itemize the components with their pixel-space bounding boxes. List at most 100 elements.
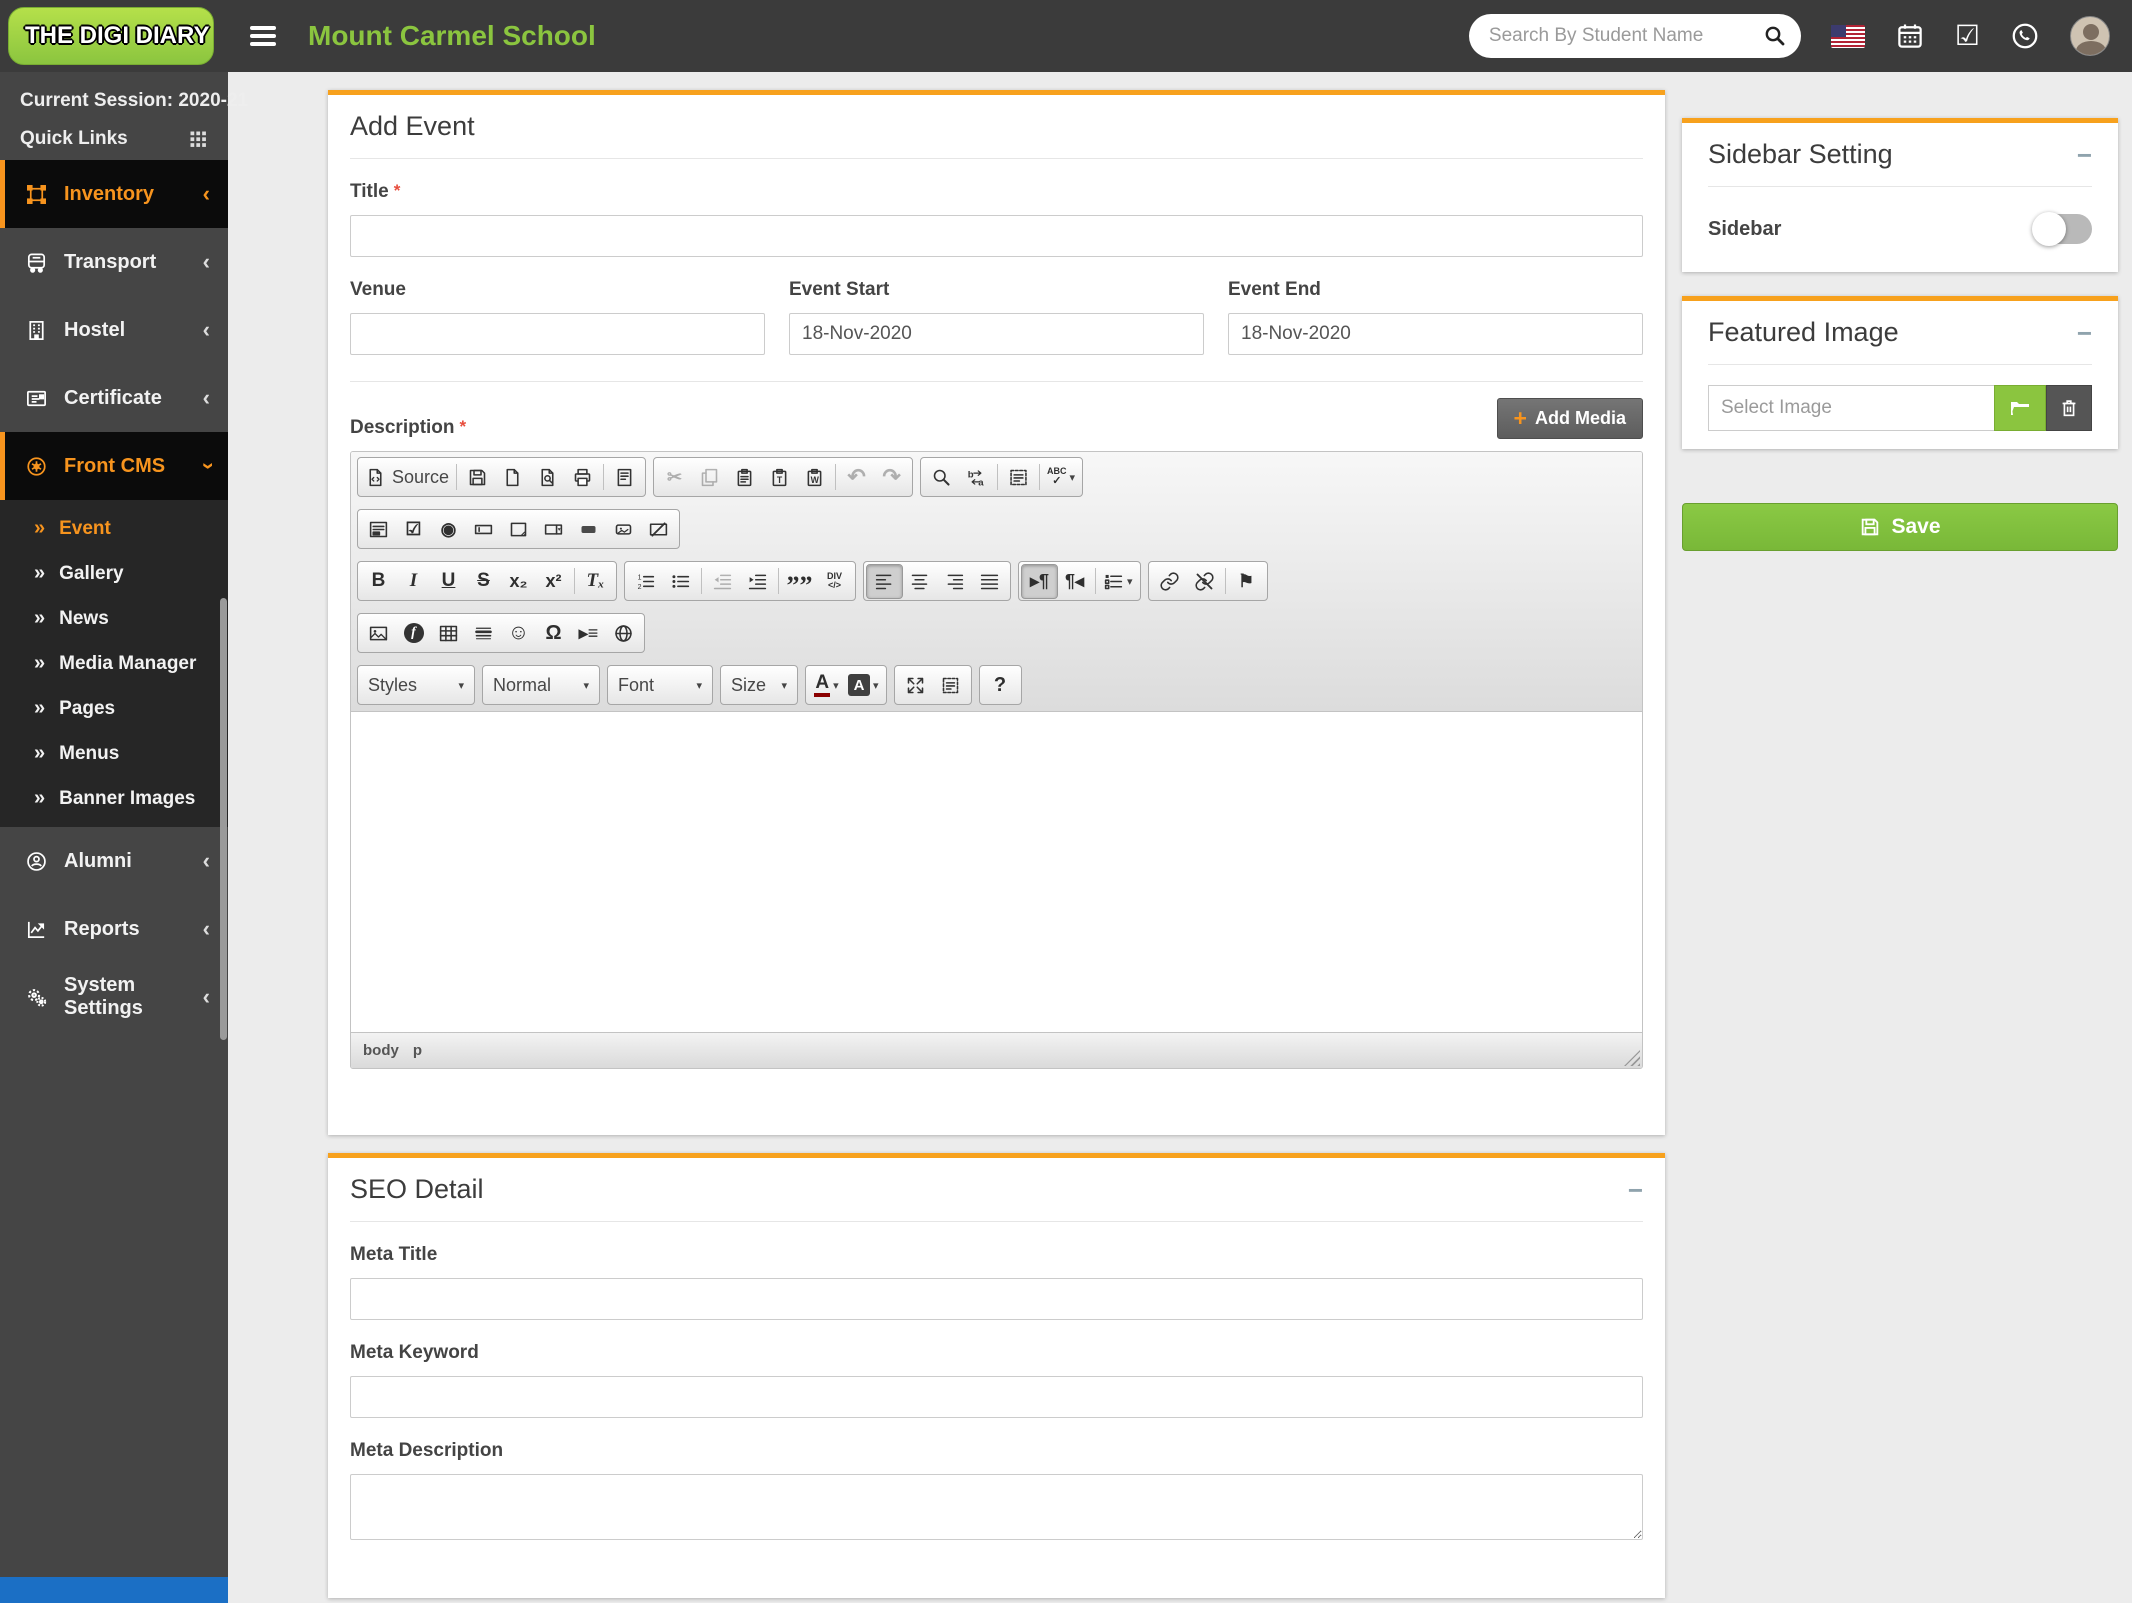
text-direction-rtl-button[interactable]: ¶◂ xyxy=(1057,565,1092,598)
font-size-dropdown[interactable]: Size ▾ xyxy=(720,665,798,705)
align-left-button[interactable] xyxy=(866,563,903,599)
redo-button[interactable]: ↷ xyxy=(874,461,909,494)
sidebar-item-inventory[interactable]: Inventory ‹ xyxy=(0,160,228,228)
paste-as-text-button[interactable]: T xyxy=(762,461,797,494)
underline-button[interactable]: U xyxy=(431,565,466,598)
sidebar-scrollbar[interactable] xyxy=(220,598,227,1040)
undo-button[interactable]: ↶ xyxy=(839,461,874,494)
text-direction-ltr-button[interactable]: ▸¶ xyxy=(1021,563,1058,599)
sidebar-subitem-pages[interactable]: » Pages xyxy=(0,686,228,731)
anchor-button[interactable]: ⚑ xyxy=(1229,565,1264,598)
source-button[interactable]: Source xyxy=(361,461,453,494)
grid-icon[interactable] xyxy=(188,129,208,149)
sidebar-subitem-event[interactable]: » Event xyxy=(0,506,228,551)
horizontal-rule-button[interactable] xyxy=(466,617,501,650)
templates-button[interactable] xyxy=(607,461,642,494)
spell-check-button[interactable]: ABC ✓ ▾ xyxy=(1043,461,1079,494)
checkbox-field-button[interactable]: ☑ xyxy=(396,513,431,546)
sidebar-item-hostel[interactable]: Hostel ‹ xyxy=(0,296,228,364)
sidebar-item-reports[interactable]: Reports ‹ xyxy=(0,895,228,963)
paste-button[interactable] xyxy=(727,461,762,494)
maximize-button[interactable] xyxy=(898,669,933,702)
search-input[interactable] xyxy=(1488,25,1763,47)
insert-table-button[interactable] xyxy=(431,617,466,650)
select-all-button[interactable] xyxy=(1001,461,1036,494)
sidebar-item-system-settings[interactable]: System Settings ‹ xyxy=(0,963,228,1031)
cut-button[interactable]: ✂ xyxy=(657,461,692,494)
insert-image-button[interactable] xyxy=(361,617,396,650)
select-field-button[interactable] xyxy=(536,513,571,546)
element-path-p[interactable]: p xyxy=(413,1042,422,1059)
text-color-button[interactable]: A ▾ xyxy=(809,669,844,702)
paragraph-format-dropdown[interactable]: Normal ▾ xyxy=(482,665,600,705)
editor-content[interactable] xyxy=(351,712,1642,1032)
show-blocks-button[interactable] xyxy=(933,669,968,702)
decrease-indent-button[interactable] xyxy=(705,565,740,598)
new-page-button[interactable] xyxy=(495,461,530,494)
numbered-list-button[interactable]: 12 xyxy=(628,565,663,598)
sidebar-toggle[interactable] xyxy=(2032,212,2092,246)
user-avatar[interactable] xyxy=(2070,16,2110,56)
sidebar-item-certificate[interactable]: Certificate ‹ xyxy=(0,364,228,432)
save-button[interactable]: Save xyxy=(1682,503,2118,551)
special-character-button[interactable]: Ω xyxy=(536,617,571,650)
whatsapp-button[interactable] xyxy=(2010,21,2040,51)
align-justify-button[interactable] xyxy=(972,565,1007,598)
meta-keyword-input[interactable] xyxy=(350,1376,1643,1418)
font-dropdown[interactable]: Font ▾ xyxy=(607,665,713,705)
add-media-button[interactable]: + Add Media xyxy=(1496,398,1643,439)
search-icon[interactable] xyxy=(1763,24,1787,48)
sidebar-item-transport[interactable]: Transport ‹ xyxy=(0,228,228,296)
background-color-button[interactable]: A ▾ xyxy=(844,669,883,702)
sidebar-subitem-menus[interactable]: » Menus xyxy=(0,731,228,776)
about-editor-button[interactable]: ? xyxy=(983,669,1018,702)
event-end-input[interactable] xyxy=(1228,313,1643,355)
bold-button[interactable]: B xyxy=(361,565,396,598)
textarea-button[interactable] xyxy=(501,513,536,546)
replace-button[interactable]: ba xyxy=(959,461,994,494)
link-button[interactable] xyxy=(1152,565,1187,598)
div-container-button[interactable]: DIV </> xyxy=(817,565,852,598)
insert-flash-button[interactable]: f xyxy=(396,617,431,650)
subscript-button[interactable]: x₂ xyxy=(501,565,536,598)
calendar-button[interactable] xyxy=(1895,21,1925,51)
sidebar-item-front-cms[interactable]: Front CMS ‹ xyxy=(0,432,228,500)
button-field-button[interactable] xyxy=(571,513,606,546)
sidebar-item-alumni[interactable]: Alumni ‹ xyxy=(0,827,228,895)
form-button[interactable] xyxy=(361,513,396,546)
radio-field-button[interactable]: ◉ xyxy=(431,513,466,546)
print-button[interactable] xyxy=(565,461,600,494)
event-start-input[interactable] xyxy=(789,313,1204,355)
remove-image-button[interactable] xyxy=(2046,385,2092,431)
paste-from-word-button[interactable]: W xyxy=(797,461,832,494)
hamburger-menu-icon[interactable] xyxy=(250,22,280,50)
meta-title-input[interactable] xyxy=(350,1278,1643,1320)
select-image-input[interactable] xyxy=(1708,385,1994,431)
sidebar-subitem-media-manager[interactable]: » Media Manager xyxy=(0,641,228,686)
smiley-button[interactable]: ☺ xyxy=(501,617,536,650)
copy-button[interactable] xyxy=(692,461,727,494)
sidebar-subitem-banner-images[interactable]: » Banner Images xyxy=(0,776,228,821)
language-flag-button[interactable] xyxy=(1830,24,1865,48)
blockquote-button[interactable]: ”” xyxy=(782,565,817,598)
superscript-button[interactable]: x² xyxy=(536,565,571,598)
meta-description-textarea[interactable] xyxy=(350,1474,1643,1540)
page-break-button[interactable]: ▸≡ xyxy=(571,617,606,650)
sidebar-subitem-gallery[interactable]: » Gallery xyxy=(0,551,228,596)
find-button[interactable] xyxy=(924,461,959,494)
increase-indent-button[interactable] xyxy=(740,565,775,598)
event-title-input[interactable] xyxy=(350,215,1643,257)
styles-dropdown[interactable]: Styles ▾ xyxy=(357,665,475,705)
collapse-icon[interactable]: − xyxy=(2077,142,2092,168)
sidebar-subitem-news[interactable]: » News xyxy=(0,596,228,641)
collapse-icon[interactable]: − xyxy=(2077,320,2092,346)
remove-format-button[interactable]: Tₓ xyxy=(578,565,613,598)
align-right-button[interactable] xyxy=(937,565,972,598)
venue-input[interactable] xyxy=(350,313,765,355)
editor-resize-grip[interactable] xyxy=(1624,1050,1640,1066)
element-path-body[interactable]: body xyxy=(363,1042,399,1059)
app-logo[interactable]: THE DIGI DIARY xyxy=(8,7,214,65)
preview-button[interactable] xyxy=(530,461,565,494)
collapse-icon[interactable]: − xyxy=(1628,1177,1643,1203)
text-field-button[interactable] xyxy=(466,513,501,546)
